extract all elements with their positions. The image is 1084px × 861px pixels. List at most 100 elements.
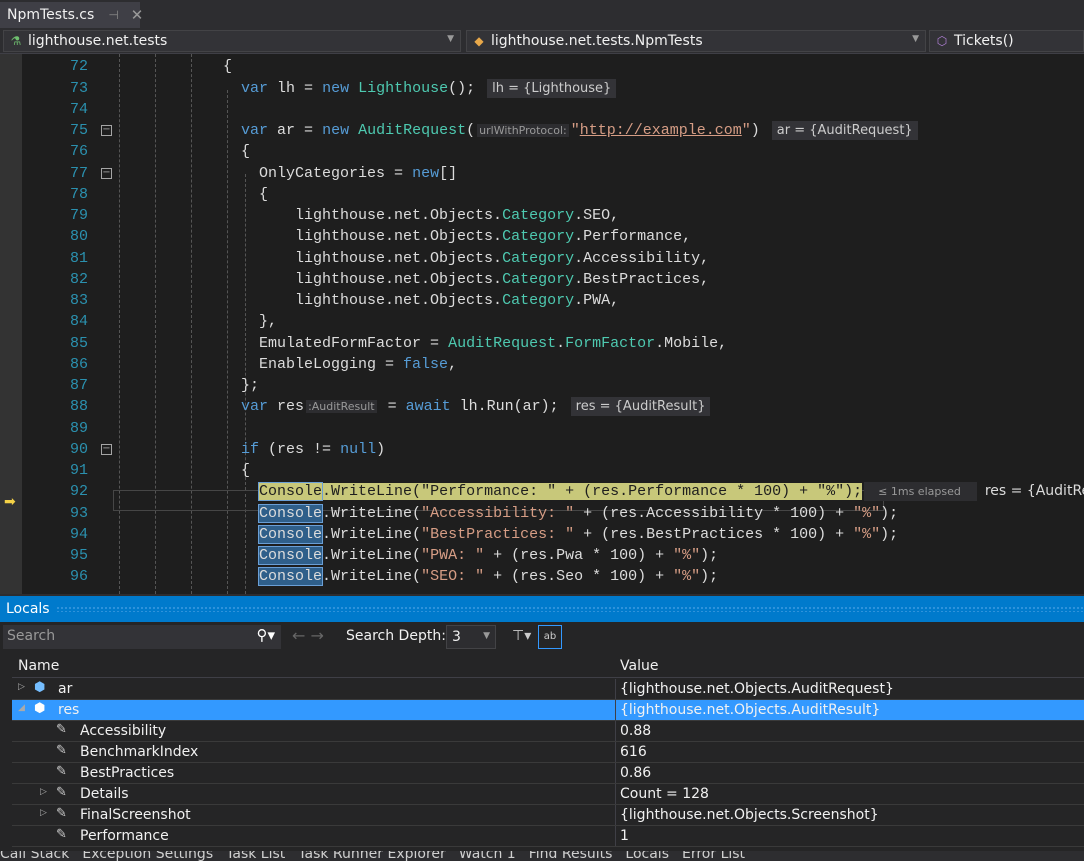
code-token: lh = [268, 79, 323, 97]
variable-value[interactable]: 1 [615, 826, 629, 846]
bottom-tab[interactable]: Exception Settings [82, 851, 213, 861]
datatip[interactable]: ar = {AuditRequest} [771, 121, 918, 140]
code-token: "%" [853, 504, 881, 522]
property-icon: ✎ [56, 806, 67, 821]
code-line: { [115, 184, 268, 205]
collapse-icon[interactable]: − [101, 125, 112, 136]
code-line: Console.WriteLine("Accessibility: " + (r… [115, 503, 898, 524]
variable-name: Details [80, 786, 129, 802]
locals-row[interactable]: ▷ ✎ FinalScreenshot {lighthouse.net.Obje… [12, 805, 1084, 826]
variable-name: Accessibility [80, 723, 167, 739]
bottom-tool-tabs: Call Stack Exception Settings Task List Tas… [0, 851, 1084, 861]
expand-icon[interactable]: ▷ [40, 808, 47, 818]
code-token: Category [502, 249, 575, 267]
variable-value[interactable]: 0.86 [615, 763, 651, 783]
drag-grip[interactable] [55, 606, 1084, 612]
object-icon: ⬢ [34, 680, 46, 695]
variable-value[interactable]: {lighthouse.net.Objects.AuditRequest} [615, 679, 894, 699]
code-token: lighthouse.net.Objects. [115, 207, 503, 224]
locals-row[interactable]: ✎ Performance 1 [12, 826, 1084, 847]
tab-npmtests[interactable]: NpmTests.cs ⊣ ✕ [0, 2, 143, 28]
expand-icon[interactable]: ▷ [18, 682, 25, 692]
code-token: ( [466, 122, 476, 139]
datatip[interactable]: res = {AuditResult} [570, 397, 711, 417]
datatip[interactable]: res = {AuditRe [985, 483, 1084, 499]
bottom-tab[interactable]: Call Stack [0, 851, 69, 861]
back-forward-icons[interactable]: ← → [292, 626, 324, 645]
code-token: if [241, 440, 260, 458]
search-placeholder: Search [7, 628, 56, 644]
code-token: lh.Run(ar); [450, 398, 559, 416]
variable-value[interactable]: {lighthouse.net.Objects.AuditResult} [615, 700, 880, 720]
expand-icon[interactable]: ▷ [40, 787, 47, 797]
member-dropdown[interactable]: ⬡ Tickets() [929, 30, 1084, 52]
code-line: }; [115, 375, 259, 396]
code-token: Category [502, 228, 575, 246]
bottom-tab[interactable]: Find Results [529, 851, 613, 861]
line-number: 79 [69, 207, 88, 224]
datatip[interactable]: lh = {Lighthouse} [487, 78, 617, 98]
line-number: 75 [69, 122, 88, 139]
variable-name: BenchmarkIndex [80, 744, 199, 760]
bottom-tab[interactable]: Watch 1 [459, 851, 516, 861]
search-input[interactable]: Search ⚲▾ [3, 625, 281, 649]
code-token: Console [258, 567, 324, 587]
variable-name: BestPractices [80, 765, 175, 781]
bottom-tab[interactable]: Error List [682, 851, 745, 861]
code-token: . [556, 334, 566, 352]
code-line: var lh = new Lighthouse(); lh = {Lighthou… [115, 78, 617, 99]
variable-name: ar [58, 681, 73, 697]
document-tab-bar: NpmTests.cs ⊣ ✕ [0, 0, 1084, 28]
collapse-icon[interactable]: − [101, 167, 112, 179]
search-depth-label: Search Depth: [346, 628, 446, 644]
code-token: .Performance, [574, 228, 692, 246]
code-token: .WriteLine("Performance: " + (res.Perfor… [322, 483, 863, 501]
locals-row[interactable]: ◢ ⬢ res {lighthouse.net.Objects.AuditRes… [12, 700, 1084, 721]
code-editor[interactable]: ➡ 71− try72 {73 var lh = new Lighthouse(… [0, 54, 1084, 594]
value-column-header[interactable]: Value [620, 658, 658, 674]
locals-row[interactable]: ▷ ✎ Details Count = 128 [12, 784, 1084, 805]
code-line: lighthouse.net.Objects.Category.Accessib… [115, 248, 709, 269]
variable-value[interactable]: 616 [615, 742, 647, 762]
code-token: var [241, 79, 269, 97]
search-depth-dropdown[interactable]: 3 ▼ [446, 625, 496, 649]
class-dropdown[interactable]: ◆ lighthouse.net.tests.NpmTests ▼ [466, 30, 926, 52]
pin-filter-icon[interactable]: ⊤▾ [512, 628, 531, 644]
code-token: { [115, 462, 251, 479]
locals-row[interactable]: ✎ BenchmarkIndex 616 [12, 742, 1084, 763]
project-dropdown[interactable]: ⚗ lighthouse.net.tests ▼ [3, 30, 461, 52]
code-token: .Mobile, [655, 334, 728, 352]
bottom-tab[interactable]: Task Runner Explorer [298, 851, 446, 861]
view-pinned-icon[interactable]: ab [538, 625, 562, 649]
code-token: "SEO: " [421, 568, 485, 586]
variable-value[interactable]: 0.88 [615, 721, 651, 741]
code-token: + (res.Pwa * 100) + [484, 547, 674, 564]
property-icon: ✎ [56, 785, 67, 800]
code-token: "Accessibility: " [421, 504, 575, 522]
code-token: Category [502, 207, 575, 224]
variable-name: res [58, 702, 80, 718]
variable-value[interactable]: {lighthouse.net.Objects.Screenshot} [615, 805, 879, 825]
locals-row[interactable]: ▷ ⬢ ar {lighthouse.net.Objects.AuditRequ… [12, 679, 1084, 700]
close-icon[interactable]: ✕ [131, 6, 144, 24]
variable-value[interactable]: Count = 128 [615, 784, 709, 804]
member-label: Tickets() [954, 33, 1014, 49]
code-token: ) [376, 440, 386, 458]
locals-row[interactable]: ✎ BestPractices 0.86 [12, 763, 1084, 784]
code-line: { [115, 141, 250, 162]
collapse-icon[interactable]: − [101, 443, 112, 455]
code-token: FormFactor [565, 334, 656, 352]
pin-icon[interactable]: ⊣ [108, 8, 118, 22]
locals-row[interactable]: ✎ Accessibility 0.88 [12, 721, 1084, 742]
bottom-tab[interactable]: Locals [625, 851, 669, 861]
search-icon[interactable]: ⚲▾ [256, 626, 275, 644]
line-number: 89 [69, 419, 88, 437]
bottom-tab[interactable]: Task List [226, 851, 285, 861]
expand-icon[interactable]: ◢ [18, 703, 25, 713]
line-number: 80 [69, 228, 88, 246]
name-column-header[interactable]: Name [18, 658, 59, 674]
